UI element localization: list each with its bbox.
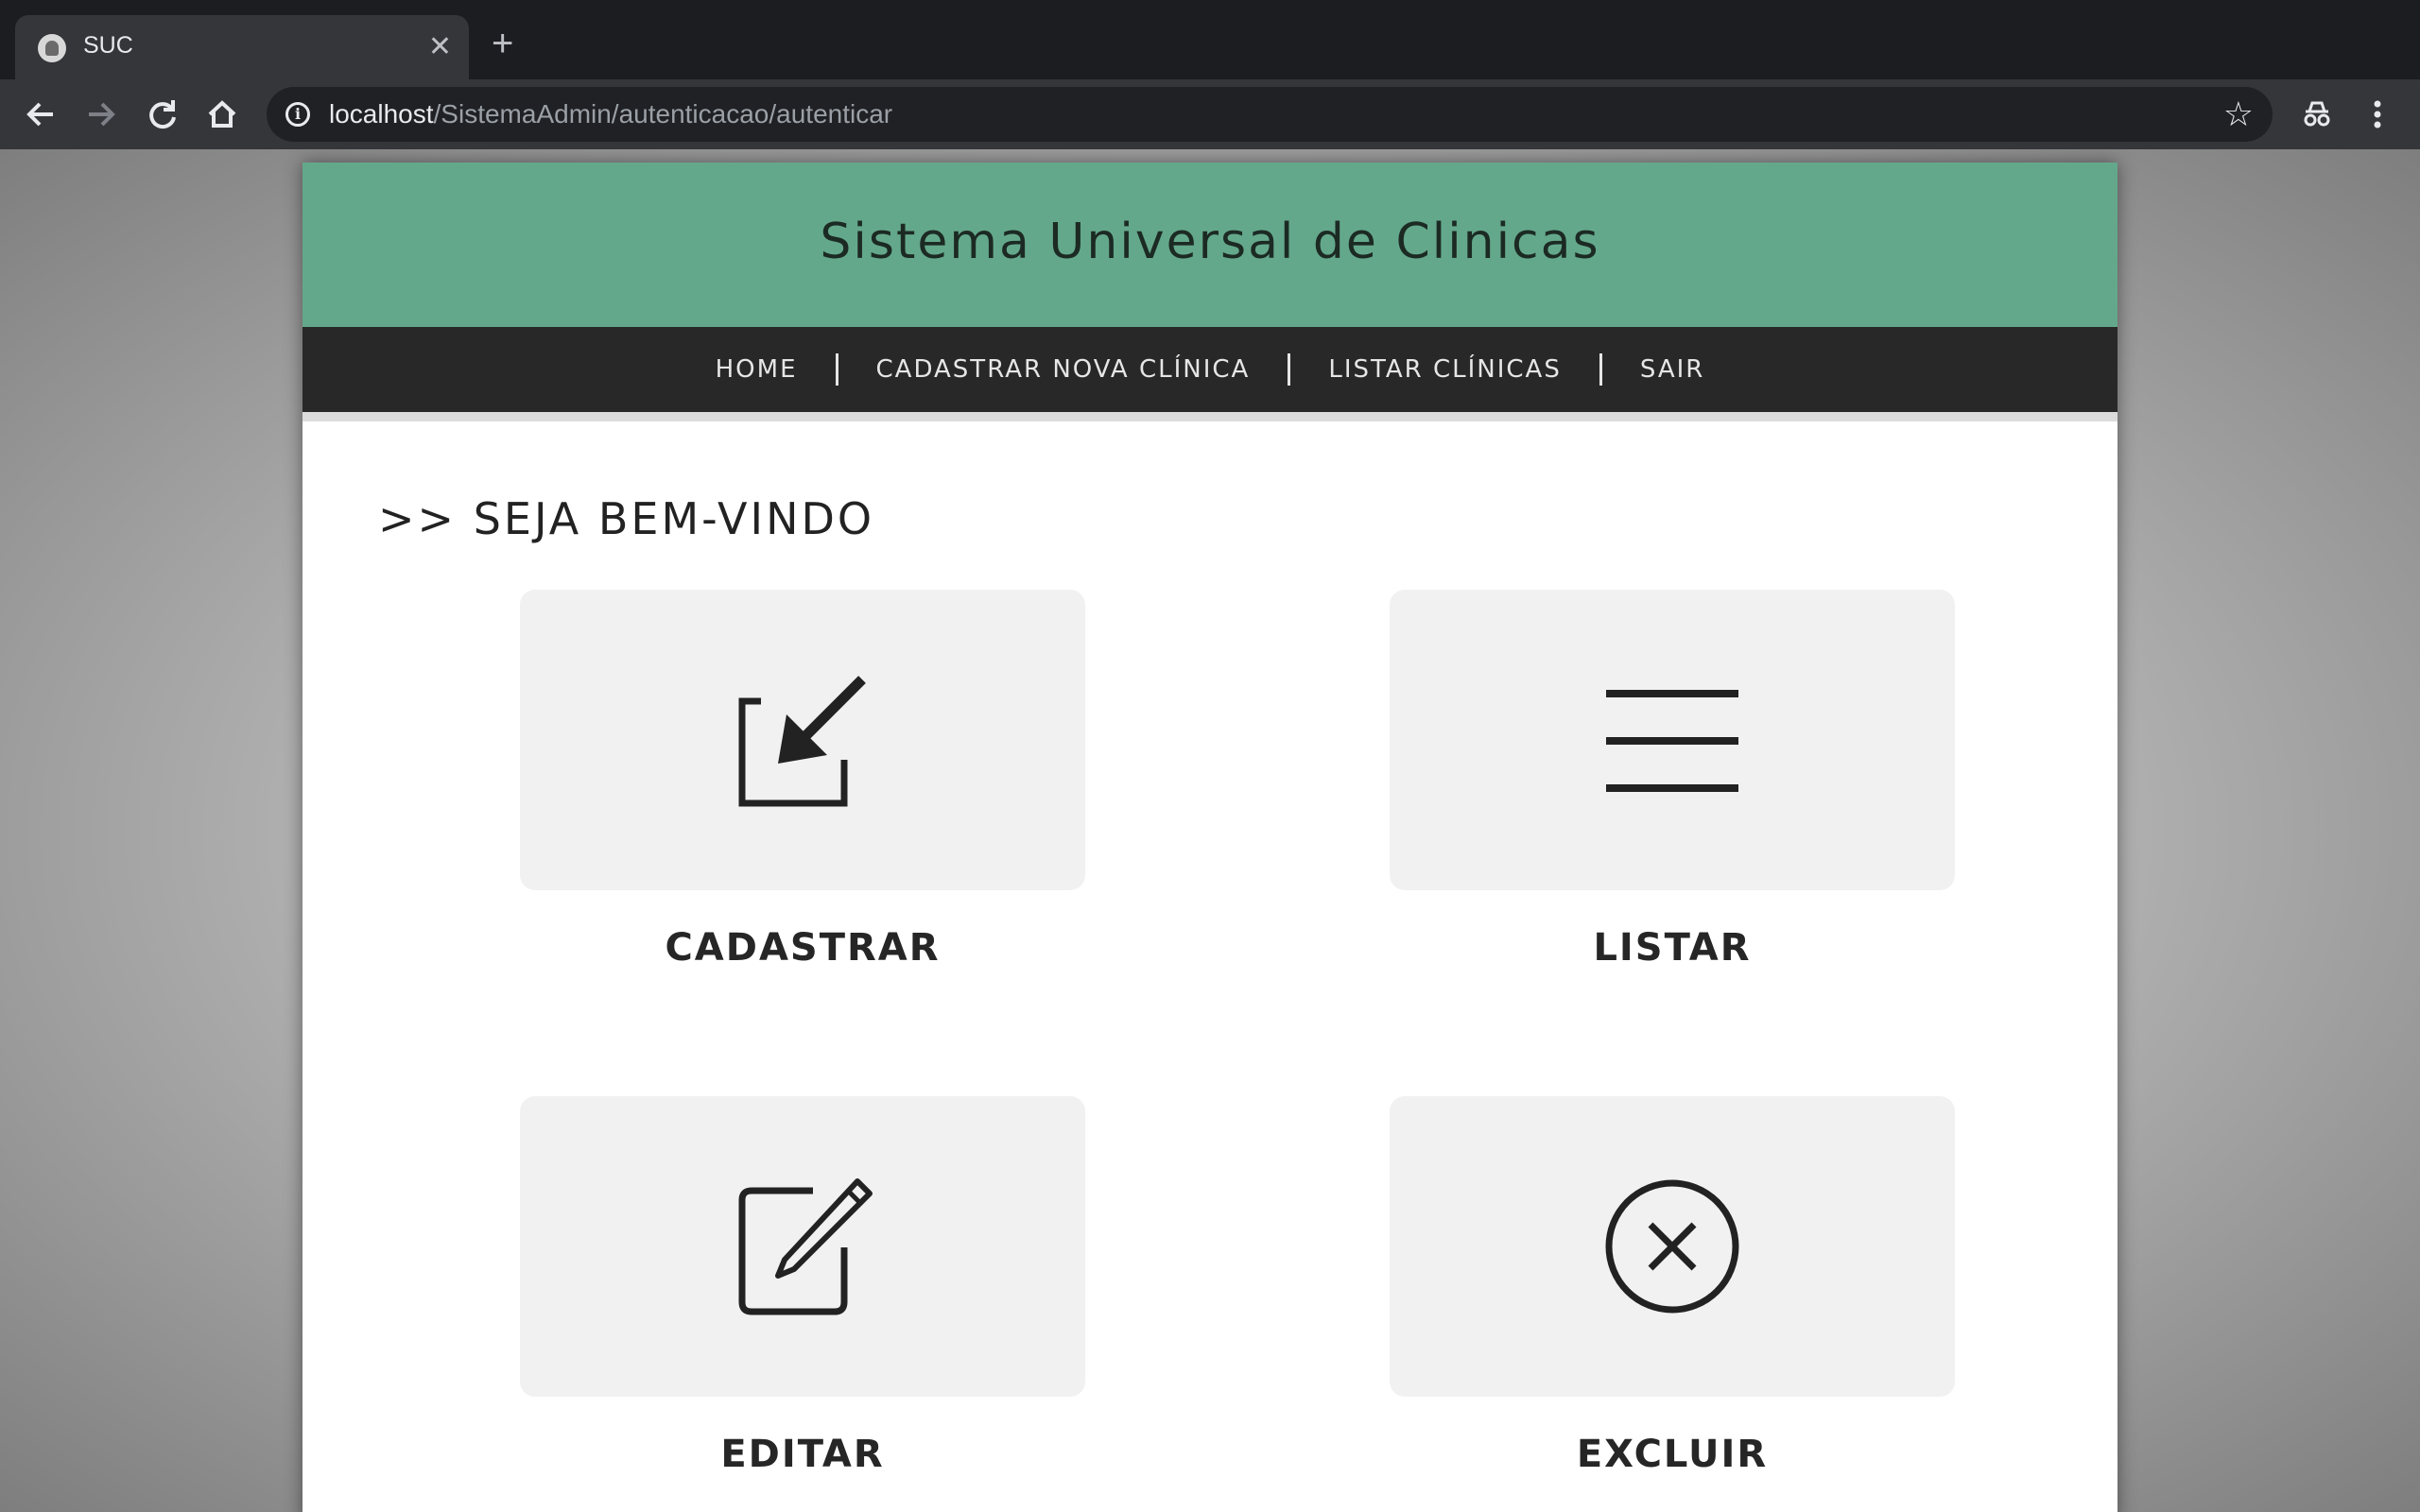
reload-icon[interactable]	[142, 94, 182, 134]
site-header: Sistema Universal de Clinicas	[302, 163, 2118, 327]
card-label-excluir[interactable]: EXCLUIR	[1390, 1433, 1955, 1476]
info-icon[interactable]: i	[285, 102, 310, 127]
card-label-listar[interactable]: LISTAR	[1390, 926, 1955, 970]
back-icon[interactable]	[21, 94, 60, 134]
forward-icon[interactable]	[81, 94, 121, 134]
list-icon	[1606, 690, 1738, 792]
nav-home[interactable]: HOME	[678, 355, 836, 384]
card-listar[interactable]	[1390, 590, 1955, 890]
tab-title: SUC	[83, 32, 133, 59]
close-icon[interactable]: ✕	[428, 28, 452, 66]
bookmark-star-icon[interactable]: ☆	[2223, 94, 2254, 134]
site-container: Sistema Universal de Clinicas HOME CADAS…	[302, 163, 2118, 1512]
new-tab-icon[interactable]: +	[492, 25, 513, 62]
site-title: Sistema Universal de Clinicas	[820, 214, 1600, 270]
welcome-heading: >> SEJA BEM-VINDO	[378, 493, 875, 544]
card-label-editar[interactable]: EDITAR	[520, 1433, 1085, 1476]
pencil-square-icon	[738, 1178, 873, 1315]
site-nav: HOME CADASTRAR NOVA CLÍNICA LISTAR CLÍNI…	[302, 327, 2118, 421]
card-editar[interactable]	[520, 1096, 1085, 1397]
address-bar[interactable]: i localhost/SistemaAdmin/autenticacao/au…	[267, 87, 2273, 142]
url-text[interactable]: localhost/SistemaAdmin/autenticacao/aute…	[329, 99, 892, 129]
edit-arrow-icon	[738, 676, 866, 807]
favicon-icon	[38, 34, 66, 62]
menu-kebab-icon[interactable]	[2358, 94, 2397, 134]
nav-cadastrar-clinica[interactable]: CADASTRAR NOVA CLÍNICA	[838, 355, 1288, 384]
card-cadastrar[interactable]	[520, 590, 1085, 890]
browser-toolbar: i localhost/SistemaAdmin/autenticacao/au…	[0, 79, 2420, 149]
nav-sair[interactable]: SAIR	[1602, 355, 1743, 384]
page-viewport: Sistema Universal de Clinicas HOME CADAS…	[0, 149, 2420, 1512]
card-excluir[interactable]	[1390, 1096, 1955, 1397]
browser-tab[interactable]: SUC ✕	[15, 15, 469, 79]
home-icon[interactable]	[202, 94, 242, 134]
browser-tab-strip: SUC ✕ +	[0, 0, 2420, 79]
incognito-icon[interactable]	[2297, 94, 2337, 134]
nav-listar-clinicas[interactable]: LISTAR CLÍNICAS	[1290, 355, 1599, 384]
close-circle-icon	[1605, 1179, 1739, 1314]
card-label-cadastrar[interactable]: CADASTRAR	[520, 926, 1085, 970]
